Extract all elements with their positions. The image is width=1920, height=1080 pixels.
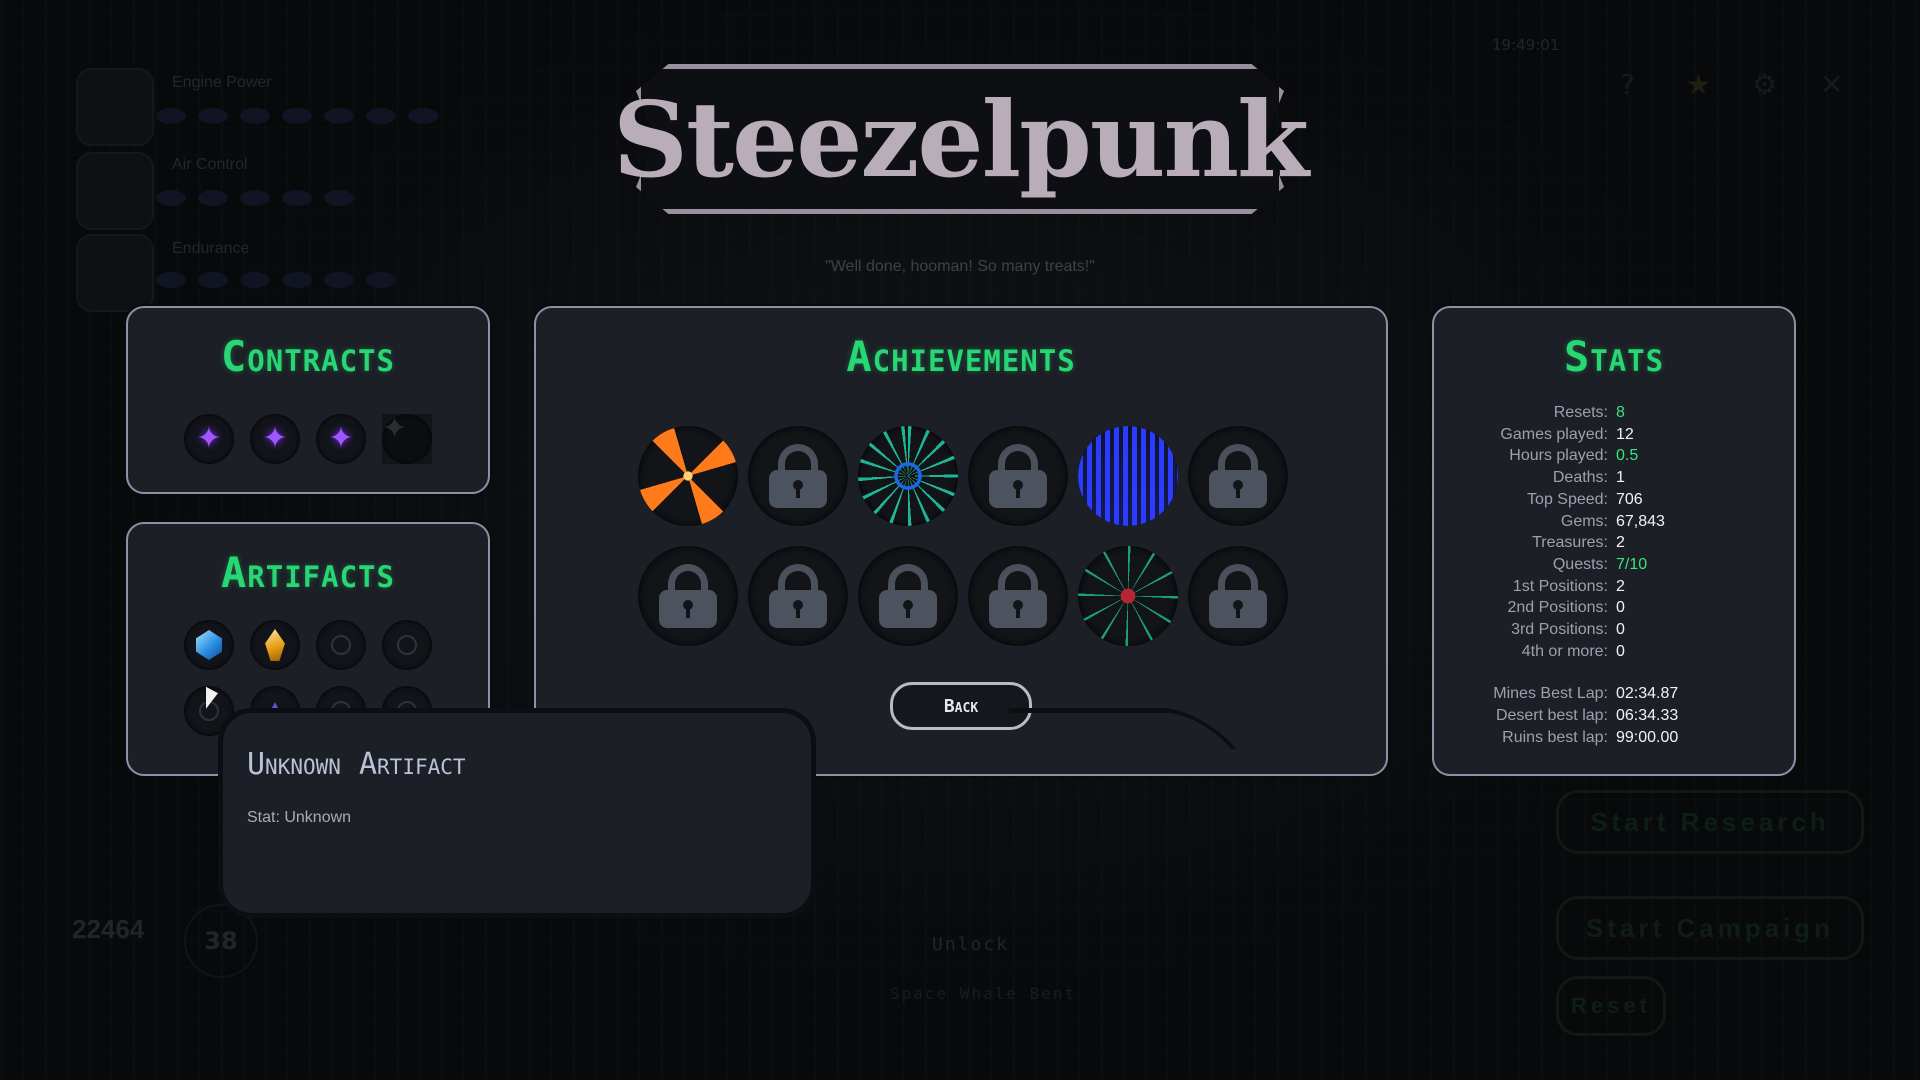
contract-slot-2[interactable]: ✦ [250,414,300,464]
lap-value: 99:00.00 [1616,728,1679,746]
stat-value: 8 [1616,404,1625,421]
stat-value: 0 [1616,642,1625,660]
stat-row: 4th or more: 0 [1434,641,1678,663]
stat-row: Resets: 8 [1434,402,1678,424]
achievement-4[interactable] [968,426,1068,526]
stat-value: 1 [1616,469,1625,487]
purple-star-icon: ✦ [196,421,222,456]
lock-icon [1209,444,1267,508]
lock-icon [1209,564,1267,628]
stat-label: Quests: [1552,555,1608,573]
artifact-slot-1[interactable] [184,620,234,670]
artifacts-title: Artifacts [221,548,395,597]
achievement-5[interactable] [1078,426,1178,526]
stat-label: Games played: [1500,425,1608,443]
stat-label: 2nd Positions: [1507,599,1608,617]
blue-gem-icon [196,630,222,660]
achievement-2[interactable] [748,426,848,526]
tooltip-title: Unknown Artifact [247,747,466,782]
lock-icon [659,564,717,628]
achievement-10[interactable] [968,546,1068,646]
mascot-quote: "Well done, hooman! So many treats!" [825,258,1095,275]
lap-label: Desert best lap: [1495,707,1608,725]
stat-value: 2 [1616,577,1625,595]
empty-star-icon: ✦ [382,414,432,464]
artifact-slot-2[interactable] [250,620,300,670]
stat-row: Quests: 7/10 [1434,554,1678,576]
stat-row: Hours played: 0.5 [1434,445,1678,467]
lock-icon [989,444,1047,508]
achievement-7[interactable] [638,546,738,646]
stats-title: Stats [1563,332,1665,381]
game-title: Steezelpunk [612,77,1309,201]
blue-bars-icon [1078,426,1178,526]
achievement-6[interactable] [1188,426,1288,526]
lap-label: Ruins best lap: [1502,728,1608,746]
stat-value: 67,843 [1616,512,1665,530]
stat-row: 2nd Positions: 0 [1434,597,1678,619]
stat-row: 3rd Positions: 0 [1434,619,1678,641]
stat-label: Resets: [1553,404,1608,421]
orange-burst-icon [638,426,738,526]
contract-slot-3[interactable]: ✦ [316,414,366,464]
achievement-3[interactable] [858,426,958,526]
lock-icon [769,564,827,628]
purple-star-icon: ✦ [262,421,288,456]
tooltip-stat: Stat: Unknown [247,809,352,826]
purple-star-icon: ✦ [328,421,354,456]
achievement-12[interactable] [1188,546,1288,646]
lap-row: Ruins best lap: 99:00.00 [1434,727,1678,749]
stat-value: 706 [1616,490,1643,508]
contract-slot-1[interactable]: ✦ [184,414,234,464]
achievement-9[interactable] [858,546,958,646]
stat-value: 12 [1616,425,1634,443]
stats-table: Resets: 8 Games played: 12 Hours played: 0.… [1434,402,1678,749]
stat-row: 1st Positions: 2 [1434,576,1678,598]
stat-row: Treasures: 2 [1434,532,1678,554]
lock-icon [879,564,937,628]
spider-icon [1078,546,1178,646]
achievement-11[interactable] [1078,546,1178,646]
stat-row: Gems: 67,843 [1434,511,1678,533]
stat-label: Gems: [1560,512,1608,530]
achievement-8[interactable] [748,546,848,646]
stat-value: 7/10 [1616,555,1648,573]
back-button[interactable]: Back [890,682,1032,730]
stat-label: Top Speed: [1527,490,1608,508]
stat-row: Top Speed: 706 [1434,489,1678,511]
stat-value: 0 [1616,621,1625,639]
contracts-title: Contracts [221,332,395,381]
stat-value: 0.5 [1616,447,1639,465]
artifact-slot-4[interactable] [382,620,432,670]
stat-label: Deaths: [1552,469,1608,487]
stat-value: 2 [1616,534,1625,552]
lock-icon [769,444,827,508]
artifact-tooltip: Unknown Artifact Stat: Unknown [218,708,816,918]
stat-row: Games played: 12 [1434,424,1678,446]
lock-icon [989,564,1047,628]
circuit-diamond-icon [858,426,958,526]
stat-row: Deaths: 1 [1434,467,1678,489]
achievements-title: Achievements [846,332,1076,381]
contract-slot-4[interactable]: ✦ [382,414,432,464]
empty-slot-icon [331,635,351,655]
stat-label: 1st Positions: [1512,577,1608,595]
stat-value: 0 [1616,599,1625,617]
stat-label: 4th or more: [1521,642,1608,660]
contracts-panel: Contracts ✦ ✦ ✦ ✦ [126,306,490,494]
artifact-slot-3[interactable] [316,620,366,670]
lap-label: Mines Best Lap: [1493,685,1608,703]
lap-value: 02:34.87 [1616,685,1679,703]
lap-value: 06:34.33 [1616,707,1679,725]
lap-row: Desert best lap: 06:34.33 [1434,705,1678,727]
stat-label: Hours played: [1509,447,1608,465]
amber-gem-icon [265,629,285,661]
lap-row: Mines Best Lap: 02:34.87 [1434,683,1678,705]
achievement-1[interactable] [638,426,738,526]
stat-label: Treasures: [1532,534,1608,552]
empty-slot-icon [397,635,417,655]
stat-label: 3rd Positions: [1511,621,1608,639]
game-logo: Steezelpunk [612,54,1309,224]
